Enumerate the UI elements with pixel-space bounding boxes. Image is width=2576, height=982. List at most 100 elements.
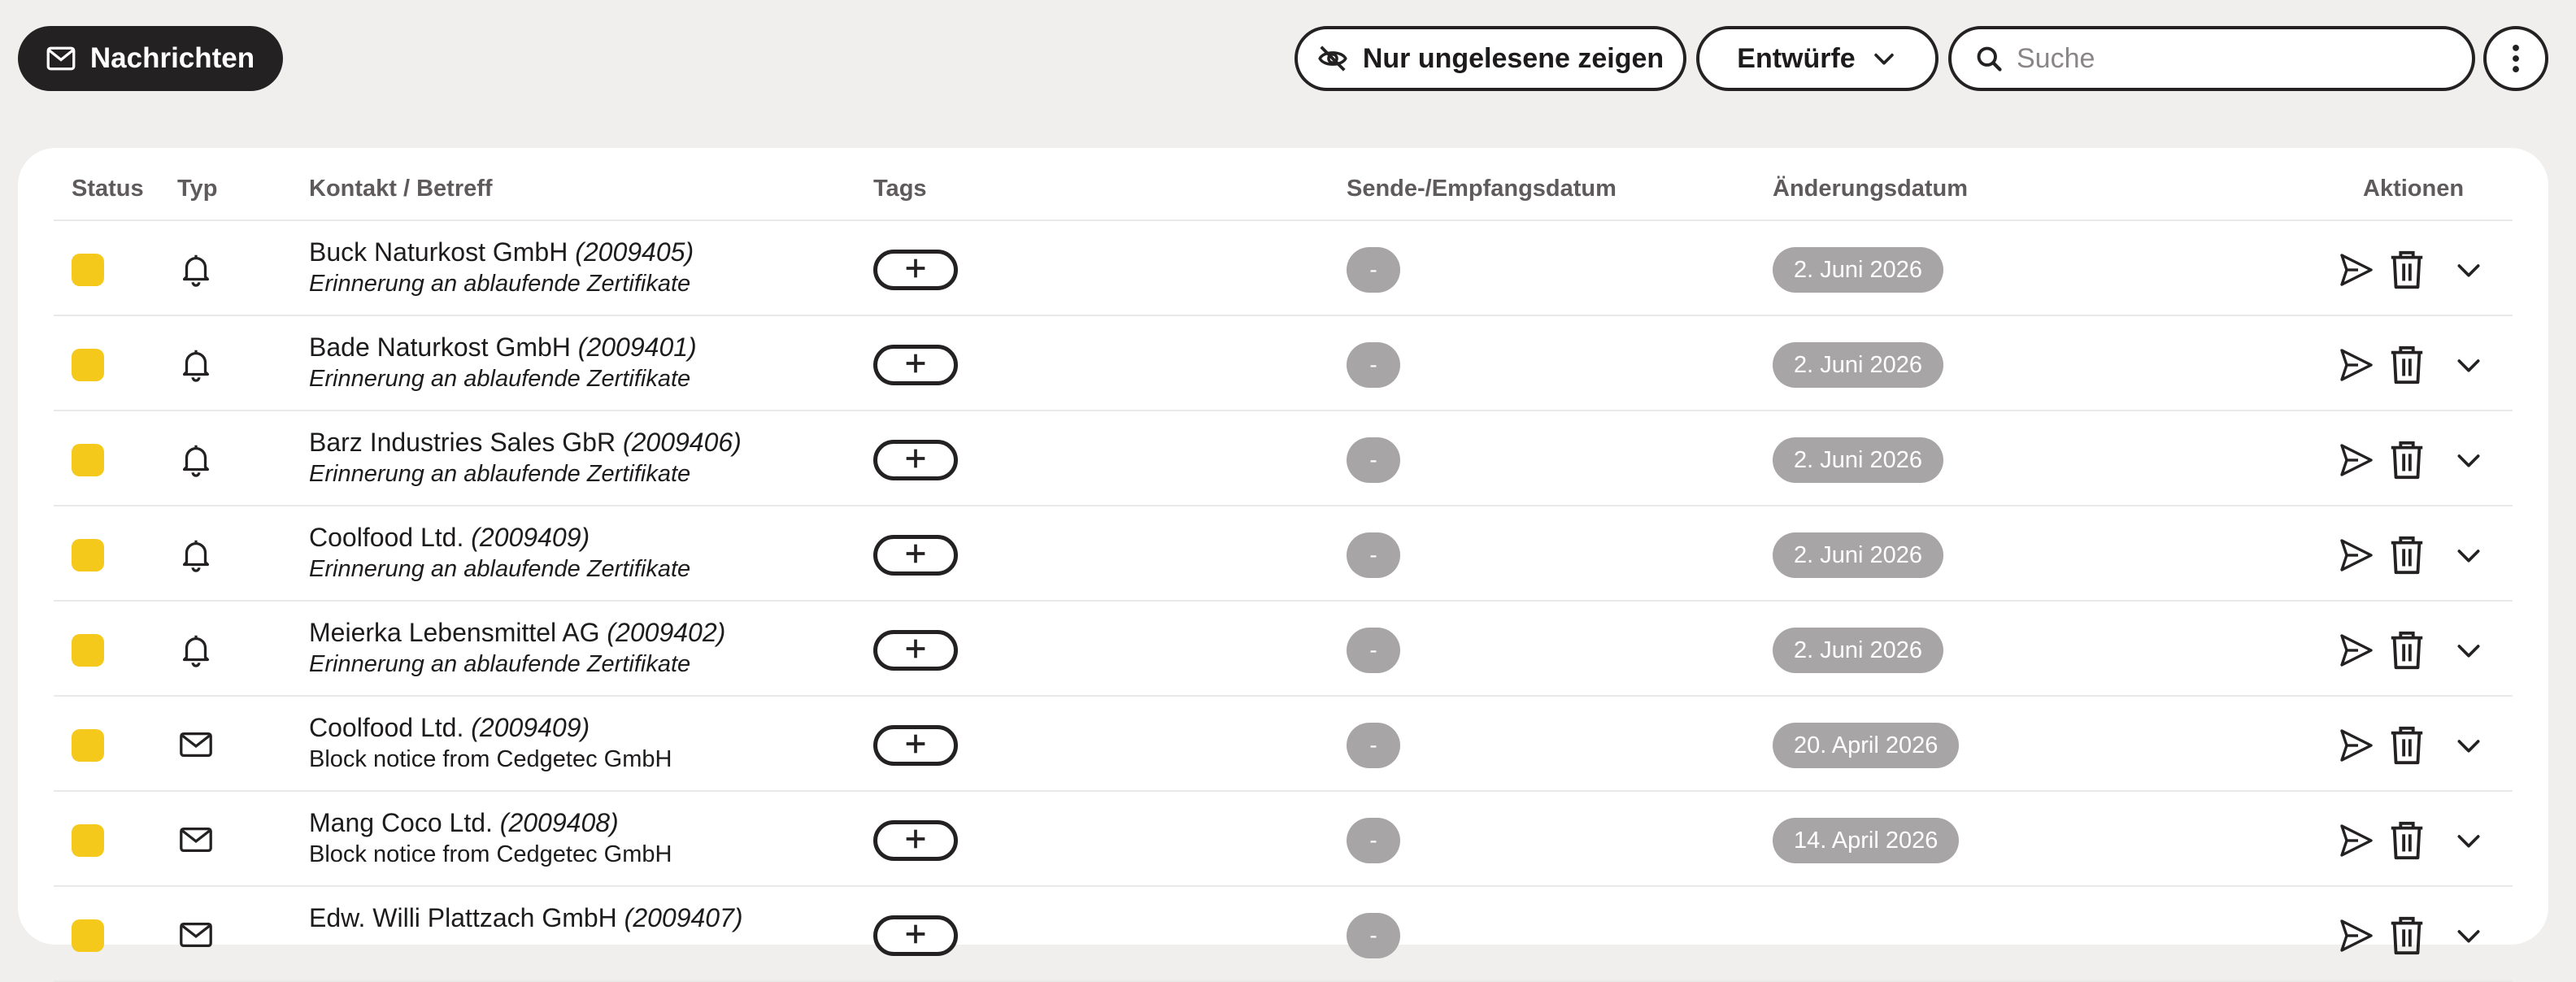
- header-tags[interactable]: Tags: [873, 176, 927, 202]
- table-row[interactable]: Coolfood Ltd. (2009409) Erinnerung an abl…: [54, 506, 2513, 602]
- add-tag-button[interactable]: [873, 440, 958, 480]
- delete-button[interactable]: [2389, 630, 2425, 671]
- send-icon: [2337, 824, 2376, 863]
- expand-row-button[interactable]: [2452, 919, 2488, 952]
- mod-date-badge: 20. April 2026: [1773, 723, 1960, 768]
- send-button[interactable]: [2337, 441, 2376, 480]
- expand-row-button[interactable]: [2452, 634, 2488, 667]
- expand-row-button[interactable]: [2452, 254, 2488, 286]
- header-type[interactable]: Typ: [177, 176, 217, 202]
- trash-icon: [2389, 726, 2425, 769]
- add-tag-button[interactable]: [873, 630, 958, 671]
- message-subject: Erinnerung an ablaufende Zertifikate: [309, 556, 691, 582]
- expand-row-button[interactable]: [2452, 539, 2488, 571]
- contact-subject[interactable]: Coolfood Ltd. (2009409) Erinnerung an abl…: [309, 521, 862, 584]
- contact-subject[interactable]: Barz Industries Sales GbR (2009406) Erinn…: [309, 426, 862, 489]
- table-row[interactable]: Buck Naturkost GmbH (2009405) Erinnerung …: [54, 221, 2513, 316]
- contact-subject[interactable]: Edw. Willi Plattzach GmbH (2009407): [309, 902, 862, 934]
- expand-row-button[interactable]: [2452, 349, 2488, 381]
- bell-icon: [177, 631, 215, 668]
- send-date-badge: -: [1347, 913, 1400, 958]
- send-button[interactable]: [2337, 916, 2376, 955]
- plus-icon: [902, 350, 929, 381]
- delete-button[interactable]: [2389, 250, 2425, 290]
- send-date-badge: -: [1347, 247, 1400, 293]
- delete-button[interactable]: [2389, 535, 2425, 576]
- add-tag-button[interactable]: [873, 535, 958, 576]
- messages-button-label: Nachrichten: [89, 42, 255, 74]
- delete-button[interactable]: [2389, 725, 2425, 766]
- toolbar: Nachrichten Nur ungelesene zeigen Entwür…: [0, 0, 2576, 122]
- messages-button[interactable]: Nachrichten: [18, 26, 283, 91]
- contact-name-line: Bade Naturkost GmbH (2009401): [309, 331, 862, 363]
- table-row[interactable]: Meierka Lebensmittel AG (2009402) Erinner…: [54, 602, 2513, 697]
- table-row[interactable]: Bade Naturkost GmbH (2009401) Erinnerung …: [54, 316, 2513, 411]
- add-tag-button[interactable]: [873, 725, 958, 766]
- more-options-button[interactable]: [2483, 26, 2548, 91]
- header-send-date[interactable]: Sende-/Empfangsdatum: [1347, 176, 1617, 202]
- contact-name: Coolfood Ltd.: [309, 523, 464, 552]
- envelope-icon: [46, 46, 76, 71]
- contact-subject[interactable]: Mang Coco Ltd. (2009408) Block notice fro…: [309, 806, 862, 870]
- add-tag-button[interactable]: [873, 345, 958, 385]
- delete-button[interactable]: [2389, 440, 2425, 480]
- contact-id: (2009408): [499, 808, 619, 837]
- plus-icon: [902, 635, 929, 667]
- send-button[interactable]: [2337, 345, 2376, 385]
- drafts-select[interactable]: Entwürfe: [1696, 26, 1939, 91]
- add-tag-button[interactable]: [873, 820, 958, 861]
- send-icon: [2337, 349, 2376, 388]
- send-date-badge: -: [1347, 628, 1400, 673]
- message-subject: Erinnerung an ablaufende Zertifikate: [309, 366, 691, 392]
- message-subject: Block notice from Cedgetec GmbH: [309, 746, 672, 772]
- header-status[interactable]: Status: [72, 176, 144, 202]
- delete-button[interactable]: [2389, 820, 2425, 861]
- expand-row-button[interactable]: [2452, 444, 2488, 476]
- bell-icon: [177, 441, 215, 478]
- table-row[interactable]: Edw. Willi Plattzach GmbH (2009407) -: [54, 887, 2513, 982]
- expand-row-button[interactable]: [2452, 824, 2488, 857]
- send-button[interactable]: [2337, 821, 2376, 860]
- contact-subject[interactable]: Bade Naturkost GmbH (2009401) Erinnerung …: [309, 331, 862, 394]
- search-icon: [1977, 46, 2002, 72]
- send-button[interactable]: [2337, 631, 2376, 670]
- trash-icon: [2389, 536, 2425, 579]
- contact-subject[interactable]: Buck Naturkost GmbH (2009405) Erinnerung …: [309, 236, 862, 299]
- contact-name-line: Mang Coco Ltd. (2009408): [309, 806, 862, 839]
- send-button[interactable]: [2337, 726, 2376, 765]
- search-box[interactable]: [1948, 26, 2475, 91]
- chevron-down-icon: [2452, 454, 2485, 480]
- send-button[interactable]: [2337, 536, 2376, 575]
- status-indicator: [72, 349, 104, 381]
- trash-icon: [2389, 821, 2425, 864]
- header-mod-date[interactable]: Änderungsdatum: [1773, 176, 1968, 202]
- contact-id: (2009407): [624, 903, 743, 932]
- add-tag-button[interactable]: [873, 915, 958, 956]
- plus-icon: [902, 730, 929, 762]
- contact-subject[interactable]: Coolfood Ltd. (2009409) Block notice from…: [309, 711, 862, 775]
- trash-icon: [2389, 631, 2425, 674]
- chevron-down-icon: [2452, 645, 2485, 670]
- status-indicator: [72, 919, 104, 952]
- delete-button[interactable]: [2389, 345, 2425, 385]
- table-row[interactable]: Mang Coco Ltd. (2009408) Block notice fro…: [54, 792, 2513, 887]
- add-tag-button[interactable]: [873, 250, 958, 290]
- table-row[interactable]: Coolfood Ltd. (2009409) Block notice from…: [54, 697, 2513, 792]
- header-contact[interactable]: Kontakt / Betreff: [309, 176, 493, 202]
- contact-name: Barz Industries Sales GbR: [309, 428, 616, 457]
- bell-icon: [177, 536, 215, 573]
- expand-row-button[interactable]: [2452, 729, 2488, 762]
- table-row[interactable]: Barz Industries Sales GbR (2009406) Erinn…: [54, 411, 2513, 506]
- contact-id: (2009409): [471, 523, 590, 552]
- contact-subject[interactable]: Meierka Lebensmittel AG (2009402) Erinner…: [309, 616, 862, 680]
- unread-filter-button[interactable]: Nur ungelesene zeigen: [1295, 26, 1686, 91]
- send-button[interactable]: [2337, 250, 2376, 289]
- contact-name-line: Edw. Willi Plattzach GmbH (2009407): [309, 902, 862, 934]
- mod-date-badge: 14. April 2026: [1773, 818, 1960, 863]
- envelope-icon: [177, 821, 215, 858]
- envelope-icon: [177, 916, 215, 954]
- delete-button[interactable]: [2389, 915, 2425, 956]
- more-vertical-icon: [2513, 44, 2519, 73]
- send-date-badge: -: [1347, 437, 1400, 483]
- search-input[interactable]: [2017, 42, 2456, 75]
